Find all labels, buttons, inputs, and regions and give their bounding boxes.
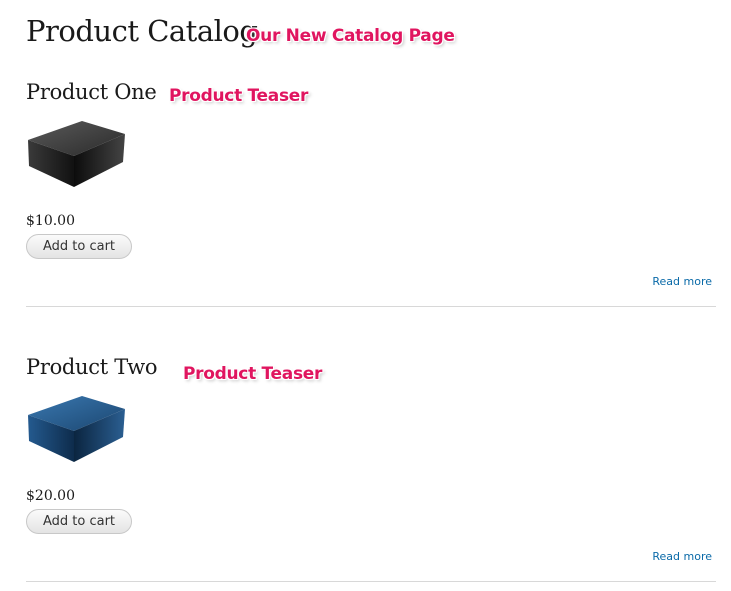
product-teaser-annotation: Product Teaser — [169, 86, 309, 106]
product-teaser-annotation: Product Teaser — [183, 364, 323, 384]
product-image-black-box[interactable] — [26, 118, 126, 188]
product-title[interactable]: Product One — [26, 80, 157, 104]
page-title: Product Catalog — [26, 14, 258, 48]
page-title-annotation: Our New Catalog Page — [246, 26, 455, 46]
product-title[interactable]: Product Two — [26, 355, 158, 379]
product-teaser-one: Product One $10.00 Add to cart Read more — [26, 80, 716, 312]
add-to-cart-button[interactable]: Add to cart — [26, 509, 132, 534]
teaser-divider — [26, 581, 716, 582]
read-more-link[interactable]: Read more — [652, 275, 712, 288]
product-price: $20.00 — [26, 488, 75, 504]
product-image-blue-box[interactable] — [26, 393, 126, 463]
add-to-cart-button[interactable]: Add to cart — [26, 234, 132, 259]
product-price: $10.00 — [26, 213, 75, 229]
teaser-divider — [26, 306, 716, 307]
product-teaser-two: Product Two $20.00 Add to cart Read more — [26, 355, 716, 587]
read-more-link[interactable]: Read more — [652, 550, 712, 563]
